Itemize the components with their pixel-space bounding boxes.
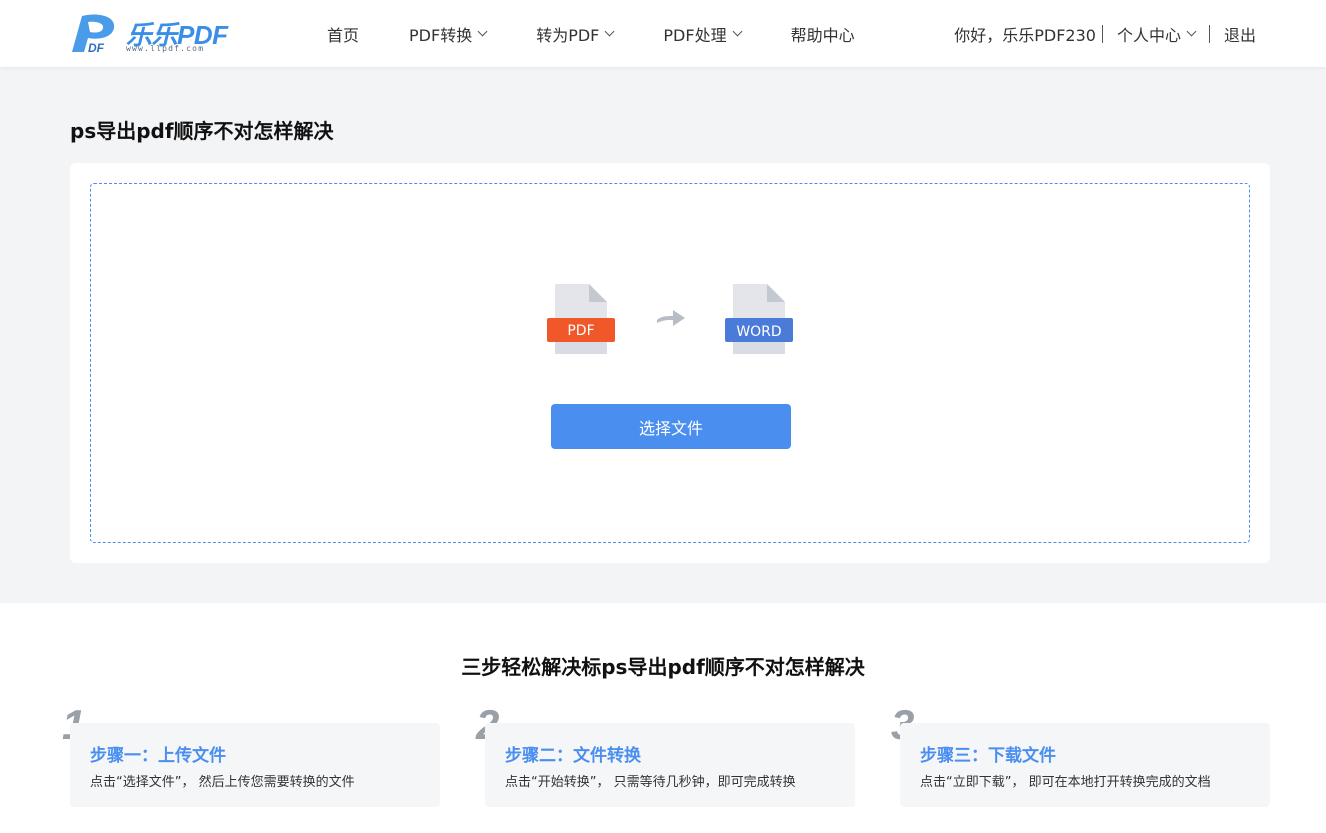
pdf-format-label: PDF	[567, 323, 594, 339]
upload-dropzone[interactable]: PDF WORD 选择文件	[90, 183, 1250, 543]
site-logo[interactable]: DF 乐乐PDF www.llpdf.com	[68, 12, 233, 56]
user-greeting: 你好，乐乐PDF230	[954, 25, 1096, 45]
select-file-button[interactable]: 选择文件	[551, 404, 791, 449]
top-header: DF 乐乐PDF www.llpdf.com 首页 PDF转换 转为PDF PD…	[0, 0, 1326, 67]
page-title: ps导出pdf顺序不对怎样解决	[70, 119, 334, 143]
step-desc: 点击“开始转换”， 只需等待几秒钟，即可完成转换	[505, 775, 796, 790]
logo-url: www.llpdf.com	[126, 44, 205, 53]
logo-p-icon: DF	[72, 14, 115, 54]
step-title: 步骤三：下载文件	[920, 746, 1056, 766]
pdf-file-icon: PDF	[547, 284, 615, 354]
step-card: 步骤二：文件转换 点击“开始转换”， 只需等待几秒钟，即可完成转换	[485, 723, 855, 807]
chevron-down-icon	[1186, 26, 1197, 37]
nav-pdf-process[interactable]: PDF处理	[663, 22, 743, 46]
user-area: 你好，乐乐PDF230 个人中心 退出	[954, 0, 1256, 67]
word-format-label: WORD	[736, 324, 781, 340]
nav-home[interactable]: 首页	[327, 22, 359, 46]
user-center-label: 个人中心	[1116, 25, 1181, 45]
chevron-down-icon	[604, 26, 615, 37]
nav-help-label: 帮助中心	[790, 25, 855, 45]
divider	[1208, 24, 1210, 43]
divider	[1101, 24, 1103, 43]
step-title: 步骤一：上传文件	[90, 746, 226, 766]
arrow-right-icon	[657, 310, 685, 326]
svg-text:DF: DF	[88, 41, 105, 54]
nav-home-label: 首页	[327, 25, 360, 45]
user-center-menu[interactable]: 个人中心	[1116, 22, 1197, 46]
logout-link[interactable]: 退出	[1224, 22, 1256, 46]
step-card: 步骤三：下载文件 点击“立即下载”， 即可在本地打开转换完成的文档	[900, 723, 1270, 807]
upload-card: PDF WORD 选择文件	[70, 163, 1270, 563]
nav-pdf-convert[interactable]: PDF转换	[409, 22, 488, 46]
nav-pdf-convert-label: PDF转换	[409, 25, 473, 45]
step-desc: 点击“立即下载”， 即可在本地打开转换完成的文档	[920, 775, 1211, 790]
steps-section: 三步轻松解决标ps导出pdf顺序不对怎样解决 1 步骤一：上传文件 点击“选择文…	[0, 603, 1326, 833]
step-card: 步骤一：上传文件 点击“选择文件”， 然后上传您需要转换的文件	[70, 723, 440, 807]
nav-to-pdf-label: 转为PDF	[536, 25, 600, 45]
chevron-down-icon	[732, 26, 743, 37]
step-desc: 点击“选择文件”， 然后上传您需要转换的文件	[90, 775, 355, 790]
nav-pdf-process-label: PDF处理	[663, 25, 727, 45]
nav-to-pdf[interactable]: 转为PDF	[536, 22, 615, 46]
nav-help[interactable]: 帮助中心	[791, 22, 855, 46]
step-title: 步骤二：文件转换	[505, 746, 641, 766]
word-file-icon: WORD	[725, 284, 793, 354]
main-nav: 首页 PDF转换 转为PDF PDF处理 帮助中心	[310, 0, 905, 67]
chevron-down-icon	[477, 26, 488, 37]
steps-title: 三步轻松解决标ps导出pdf顺序不对怎样解决	[461, 655, 865, 679]
